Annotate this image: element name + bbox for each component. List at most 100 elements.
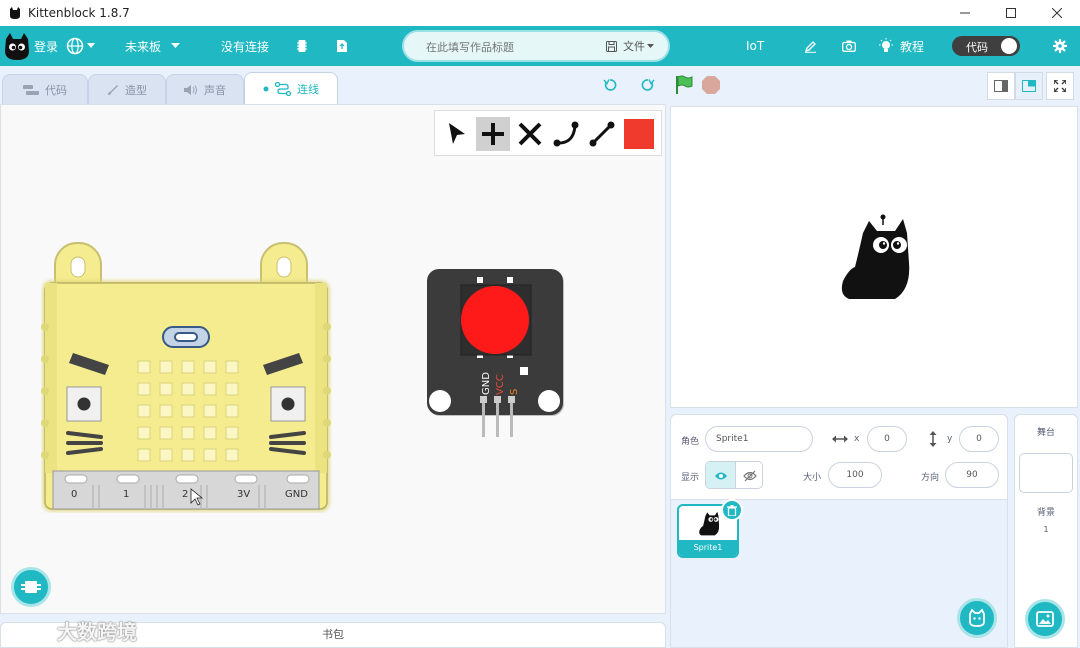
visibility-toggle-group [705, 461, 763, 489]
minimize-button[interactable] [942, 0, 988, 26]
language-menu[interactable] [66, 26, 95, 66]
wiring-icon [275, 81, 291, 96]
backpack-label: 书包 [322, 628, 344, 641]
delete-tool-button[interactable] [513, 117, 547, 151]
board-pin-labels: 0 1 2 3V GND [65, 489, 337, 505]
large-stage-button[interactable] [1015, 72, 1043, 100]
show-label: 显示 [681, 473, 700, 483]
sprite-card-name: Sprite1 [679, 540, 737, 556]
iot-button[interactable]: IoT [746, 26, 764, 66]
tab-code[interactable]: 代码 [2, 74, 88, 104]
stage-panel-title: 舞台 [1036, 428, 1055, 438]
green-flag-icon[interactable] [674, 75, 694, 95]
large-stage-icon [1022, 80, 1036, 92]
file-menu[interactable]: 文件 [606, 32, 654, 60]
sprite-info-panel: 角色 x y 显示 大小 方向 [670, 414, 1008, 500]
small-stage-button[interactable] [987, 72, 1015, 100]
undo-icon [603, 79, 617, 91]
x-label: x [854, 434, 860, 444]
straight-wire-icon [589, 121, 615, 147]
curve-wire-tool-button[interactable] [549, 117, 583, 151]
pin-label-gnd: GND [285, 489, 308, 500]
pencil-icon[interactable] [804, 40, 817, 53]
tab-sounds[interactable]: 声音 [166, 74, 244, 104]
stage-canvas[interactable] [670, 106, 1078, 408]
speaker-icon [184, 84, 197, 95]
add-tool-button[interactable] [476, 117, 510, 151]
project-title-input[interactable] [426, 38, 596, 56]
watermark-text: 大数跨境 [56, 620, 137, 644]
tab-costumes[interactable]: 造型 [88, 74, 166, 104]
window-title: Kittenblock 1.8.7 [28, 6, 130, 20]
redo-icon [641, 79, 655, 91]
y-input[interactable] [959, 426, 999, 452]
straight-wire-tool-button[interactable] [585, 117, 619, 151]
code-view-toggle[interactable]: 代码 [952, 36, 1020, 56]
delete-sprite-button[interactable] [721, 499, 743, 521]
add-backdrop-button[interactable] [1025, 599, 1065, 639]
hardware-extension-button[interactable] [11, 567, 51, 607]
sprite-thumbnail-cat-icon [699, 511, 720, 536]
backdrop-label: 背景 [1036, 508, 1055, 518]
watermark: 大数跨境 [10, 616, 137, 645]
wiring-workspace[interactable]: 0 1 2 3V GND GND VCC S [0, 104, 666, 614]
module-pin-gnd: GND [481, 372, 492, 395]
y-label: y [947, 434, 953, 444]
led-module[interactable] [425, 267, 567, 437]
lightbulb-icon [879, 38, 893, 52]
pin-label-1: 1 [123, 489, 130, 500]
pin-label-3v: 3V [237, 489, 251, 500]
close-window-button[interactable] [1034, 0, 1080, 26]
wire-color-button[interactable] [622, 117, 656, 151]
backdrop-thumbnail[interactable] [1019, 453, 1073, 493]
add-sprite-button[interactable] [957, 598, 997, 638]
select-tool-button[interactable] [440, 117, 474, 151]
connection-status-button[interactable]: 没有连接 [221, 26, 269, 66]
y-arrows-icon [929, 431, 937, 447]
tab-wiring[interactable]: 连线 [244, 72, 338, 104]
direction-input[interactable] [945, 462, 999, 488]
stage-select-panel[interactable]: 舞台 背景 1 [1014, 414, 1078, 648]
pin-label-0: 0 [71, 489, 78, 500]
toggle-knob [1001, 38, 1017, 54]
sprite-name-input[interactable] [705, 426, 813, 452]
title-bar: Kittenblock 1.8.7 [0, 0, 1080, 26]
brush-icon [108, 84, 118, 95]
maximize-button[interactable] [988, 0, 1034, 26]
board-select[interactable]: 未来板 [125, 26, 181, 66]
cursor-arrow-icon [449, 123, 465, 144]
tab-sounds-label: 声音 [204, 83, 226, 97]
eye-icon [714, 472, 727, 480]
file-menu-label: 文件 [623, 40, 645, 53]
small-stage-icon [994, 80, 1008, 92]
hide-sprite-button[interactable] [735, 462, 762, 488]
maximize-icon [1006, 8, 1016, 18]
close-icon [1052, 8, 1062, 18]
size-input[interactable] [828, 462, 882, 488]
upload-file-icon[interactable] [337, 40, 347, 52]
watermark-logo-icon [10, 623, 47, 641]
cat-sprite[interactable] [839, 213, 911, 301]
tutorial-button[interactable]: 教程 [878, 26, 924, 66]
code-icon [23, 84, 39, 95]
gear-icon[interactable] [1053, 39, 1067, 53]
tab-wiring-label: 连线 [297, 82, 319, 96]
active-dot-icon [263, 86, 269, 91]
menu-bar: 登录 未来板 没有连接 文件 IoT 教程 代码 [0, 26, 1080, 66]
undo-button[interactable] [601, 76, 619, 94]
project-title-box: 文件 [402, 30, 670, 62]
show-sprite-button[interactable] [706, 462, 735, 488]
fullscreen-button[interactable] [1046, 72, 1074, 100]
camera-icon[interactable] [842, 40, 856, 52]
stop-icon[interactable] [701, 75, 721, 95]
curve-wire-icon [553, 121, 579, 147]
redo-button[interactable] [639, 76, 657, 94]
x-input[interactable] [867, 426, 907, 452]
kitten-logo-icon[interactable] [4, 31, 30, 61]
app-cat-icon [10, 7, 20, 19]
sprite-name-label: 角色 [681, 437, 700, 447]
add-backdrop-image-icon [1036, 611, 1054, 627]
future-board-device[interactable] [41, 239, 333, 513]
login-button[interactable]: 登录 [34, 26, 58, 66]
chip-icon[interactable] [297, 39, 307, 53]
